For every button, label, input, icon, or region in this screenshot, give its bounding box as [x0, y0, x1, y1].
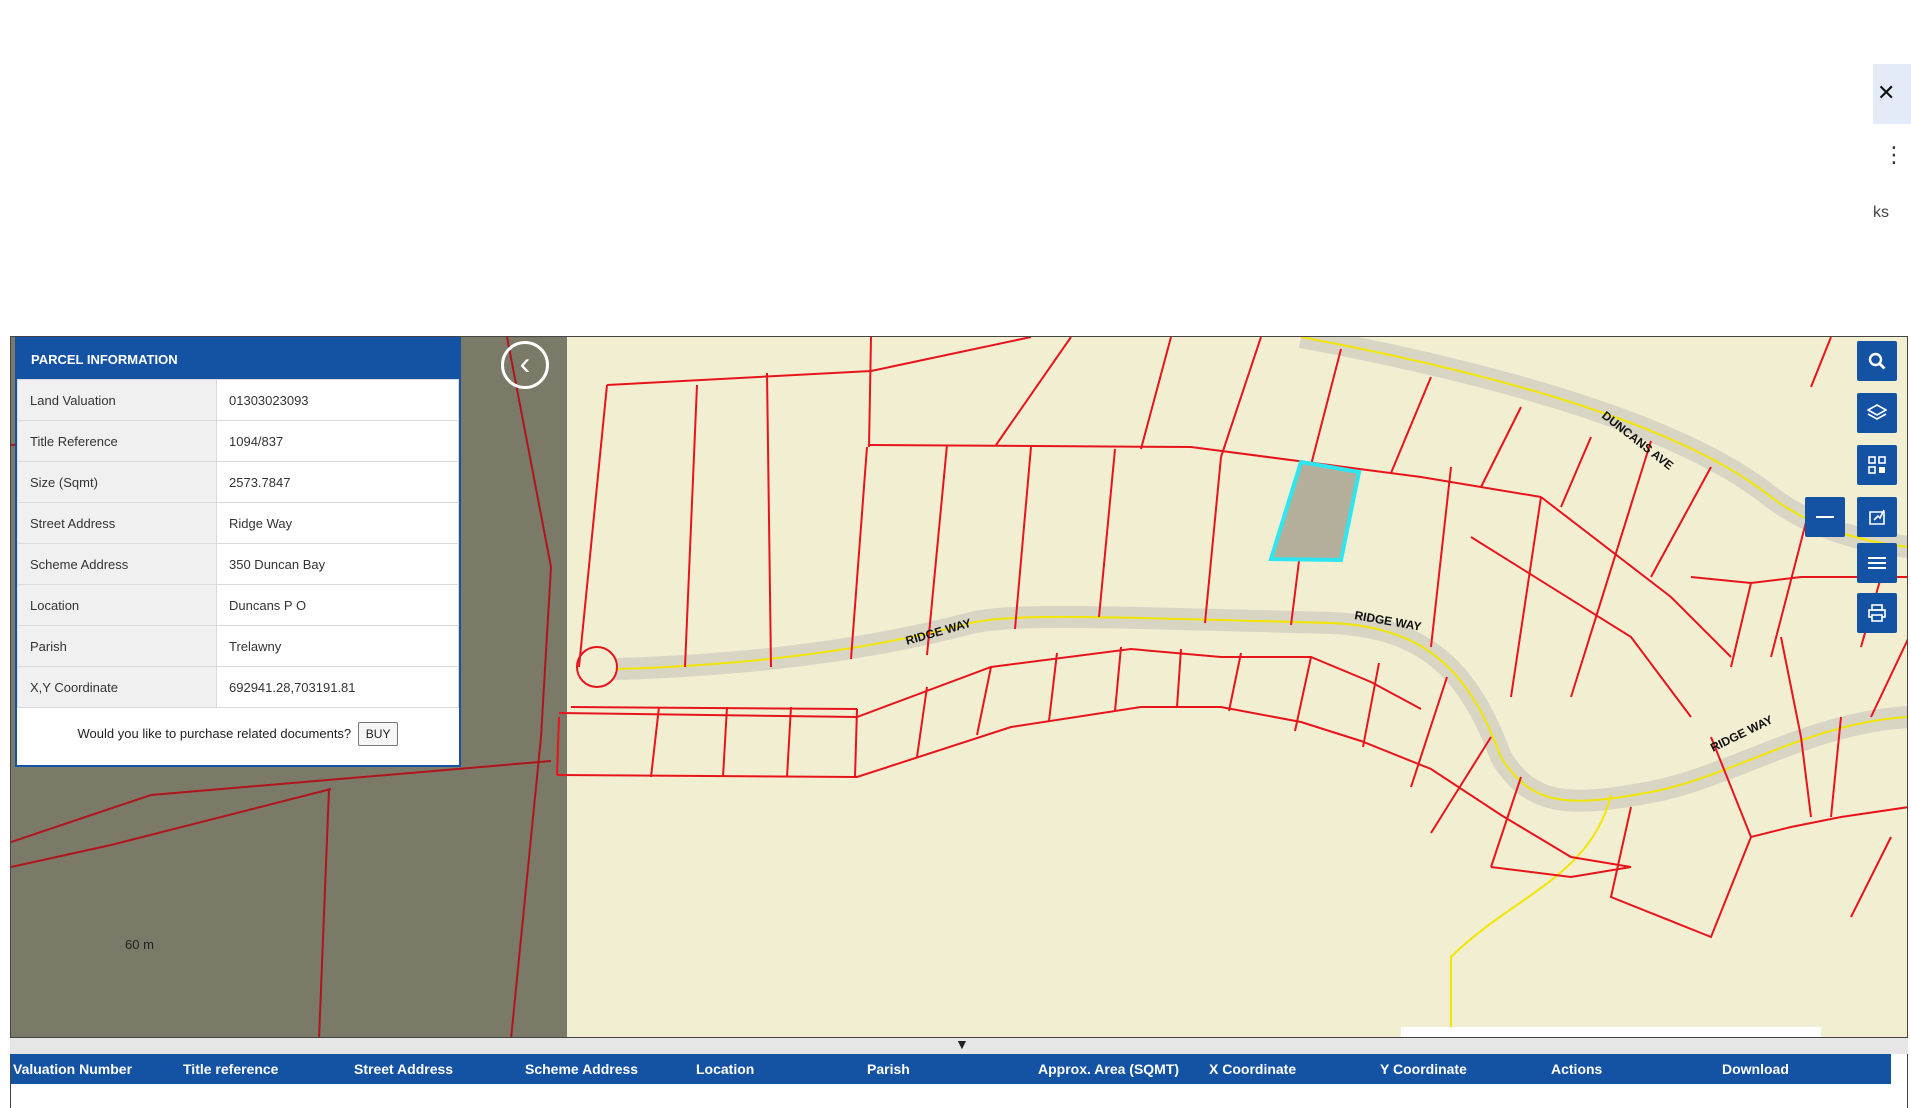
column-header[interactable]: Title reference [183, 1061, 354, 1077]
column-header[interactable]: Actions [1551, 1061, 1722, 1077]
search-icon [1868, 352, 1886, 370]
buy-button[interactable]: BUY [357, 722, 399, 746]
row-value: 1094/837 [216, 420, 459, 462]
measure-icon [1869, 509, 1885, 525]
row-label: Parish [17, 625, 217, 667]
column-header[interactable]: Approx. Area (SQMT) [1038, 1061, 1209, 1077]
panel-title: PARCEL INFORMATION [17, 339, 459, 379]
column-header[interactable]: Parish [867, 1061, 1038, 1077]
search-button[interactable] [1857, 341, 1897, 381]
print-icon [1868, 604, 1886, 622]
purchase-prompt: Would you like to purchase related docum… [77, 726, 352, 741]
column-header[interactable]: Scheme Address [525, 1061, 696, 1077]
table-row: Location Duncans P O [17, 584, 459, 626]
qr-grid-icon [1868, 456, 1886, 474]
results-header-row: Valuation Number Title reference Street … [11, 1054, 1891, 1084]
row-value: 2573.7847 [216, 461, 459, 503]
layers-button[interactable] [1857, 393, 1897, 433]
column-header[interactable]: Location [696, 1061, 867, 1077]
close-icon[interactable]: ✕ [1877, 78, 1895, 108]
parcel-information-panel: PARCEL INFORMATION Land Valuation 0130302… [15, 337, 461, 767]
table-row: Street Address Ridge Way [17, 502, 459, 544]
table-row: Scheme Address 350 Duncan Bay [17, 543, 459, 585]
table-row: Size (Sqmt) 2573.7847 [17, 461, 459, 503]
table-row: Land Valuation 01303023093 [17, 379, 459, 421]
truncated-label: ks [1873, 204, 1889, 221]
table-row: X,Y Coordinate 692941.28,703191.81 [17, 666, 459, 708]
row-value: 692941.28,703191.81 [216, 666, 459, 708]
row-label: Scheme Address [17, 543, 217, 585]
print-button[interactable] [1857, 593, 1897, 633]
list-icon [1868, 557, 1886, 569]
collapse-panel-button[interactable]: ‹ [501, 341, 549, 389]
cul-de-sac [576, 646, 618, 688]
map-viewport[interactable]: RIDGE WAY RIDGE WAY DUNCANS AVE RIDGE WA… [10, 336, 1908, 1038]
column-header[interactable]: Download [1722, 1061, 1872, 1077]
close-tab-area[interactable]: ✕ [1873, 64, 1911, 124]
row-value: 01303023093 [216, 379, 459, 421]
table-row: Title Reference 1094/837 [17, 420, 459, 462]
minus-icon [1816, 516, 1834, 518]
table-row: Parish Trelawny [17, 625, 459, 667]
row-value: Duncans P O [216, 584, 459, 626]
qr-grid-button[interactable] [1857, 445, 1897, 485]
results-table: Valuation Number Title reference Street … [10, 1054, 1908, 1108]
layers-icon [1867, 404, 1887, 420]
row-label: Street Address [17, 502, 217, 544]
column-header[interactable]: Street Address [354, 1061, 525, 1077]
chevron-down-icon[interactable]: ▼ [955, 1036, 969, 1052]
kebab-menu-icon[interactable]: ⋮ [1883, 144, 1905, 166]
row-value: Ridge Way [216, 502, 459, 544]
row-value: 350 Duncan Bay [216, 543, 459, 585]
results-toggle-strip[interactable]: ▼ [10, 1036, 1908, 1054]
browser-side-fragment: ✕ ⋮ ks [1873, 64, 1911, 244]
purchase-row: Would you like to purchase related docum… [17, 708, 459, 746]
row-label: Location [17, 584, 217, 626]
column-header[interactable]: Valuation Number [11, 1061, 183, 1077]
column-header[interactable]: X Coordinate [1209, 1061, 1380, 1077]
column-header[interactable]: Y Coordinate [1380, 1061, 1551, 1077]
row-label: Size (Sqmt) [17, 461, 217, 503]
list-button[interactable] [1857, 543, 1897, 583]
chevron-left-icon: ‹ [519, 345, 531, 381]
row-label: Title Reference [17, 420, 217, 462]
row-label: Land Valuation [17, 379, 217, 421]
row-label: X,Y Coordinate [17, 666, 217, 708]
attribution-strip [1401, 1027, 1821, 1037]
row-value: Trelawny [216, 625, 459, 667]
scale-label: 60 m [125, 937, 154, 952]
zoom-out-button[interactable] [1805, 497, 1845, 537]
measure-button[interactable] [1857, 497, 1897, 537]
parcel-table: Land Valuation 01303023093 Title Referenc… [17, 379, 459, 708]
